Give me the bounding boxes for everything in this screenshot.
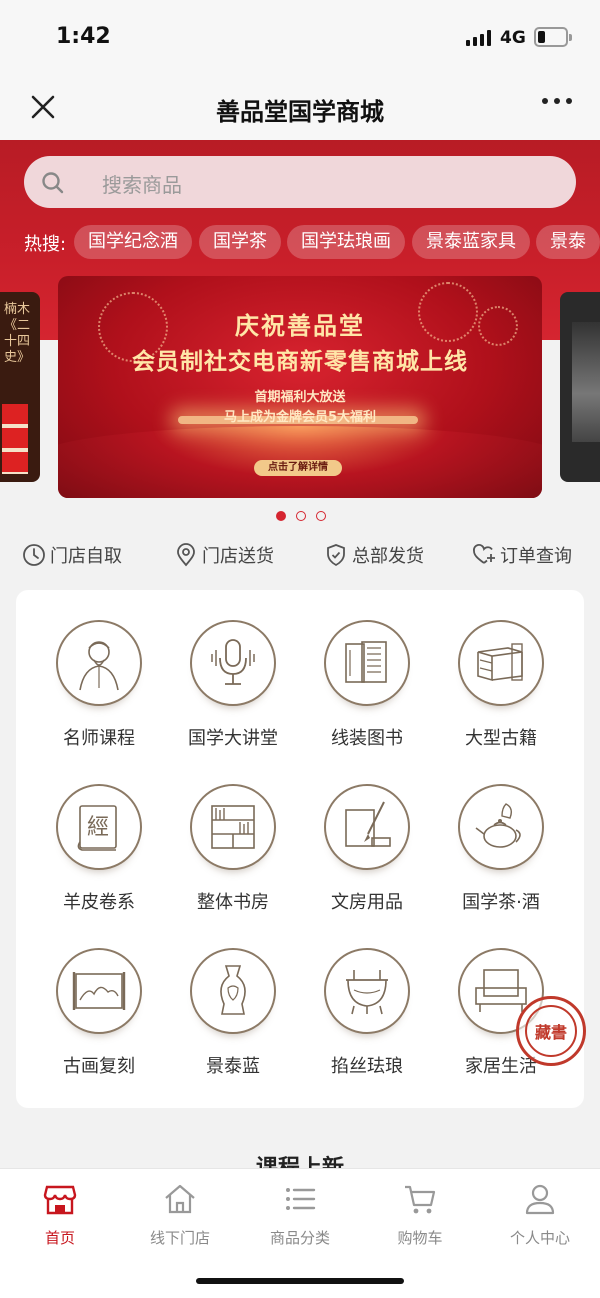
category-label: 古画复刻 [63, 1056, 135, 1077]
hot-tag[interactable]: 国学茶 [199, 225, 281, 259]
category-label: 线装图书 [331, 728, 403, 749]
brush-ink-icon [345, 801, 391, 847]
carousel-dot[interactable] [276, 511, 286, 521]
category-cloisonne[interactable]: 景泰蓝 [162, 918, 304, 1078]
banner-subtitle: 会员制社交电商新零售商城上线 [132, 348, 468, 375]
service-label: 订单查询 [500, 546, 572, 567]
tab-label: 首页 [44, 1229, 75, 1247]
status-bar: 1:42 4G [0, 0, 600, 76]
search-input[interactable]: 搜索商品 [102, 169, 182, 198]
banner-title: 庆祝善品堂 [235, 311, 365, 340]
category-label: 文房用品 [331, 892, 403, 913]
tab-profile[interactable]: 个人中心 [480, 1177, 600, 1247]
category-bound-books[interactable]: 线装图书 [296, 590, 438, 750]
service-store-pickup[interactable]: 门店自取 [22, 542, 122, 568]
hot-tag[interactable]: 景泰 [536, 225, 600, 259]
home-indicator [196, 1278, 404, 1284]
service-hq-shipping[interactable]: 总部发货 [324, 542, 424, 568]
cart-icon [405, 1185, 436, 1214]
battery-icon [534, 27, 572, 47]
service-row: 门店自取 门店送货 总部发货 订单查询 [0, 538, 600, 578]
banner-details-button[interactable]: 点击了解详情 [254, 460, 342, 476]
service-label: 门店送货 [202, 546, 274, 567]
category-teacher-courses[interactable]: 名师课程 [28, 590, 170, 750]
carousel-dot[interactable] [316, 511, 326, 521]
bronze-vessel-icon [346, 970, 388, 1015]
bound-books-icon [345, 641, 387, 683]
bookshelf-icon [211, 805, 255, 849]
category-stationery[interactable]: 文房用品 [296, 754, 438, 914]
teapot-icon [475, 803, 521, 848]
painting-scroll-icon [72, 972, 126, 1010]
tab-label: 个人中心 [509, 1229, 570, 1247]
category-label: 景泰蓝 [206, 1056, 260, 1077]
heart-plus-icon [473, 544, 495, 564]
service-label: 门店自取 [50, 546, 122, 567]
vase-icon [220, 965, 246, 1015]
banner-promo-2: 马上成为金牌会员5大福利 [223, 410, 377, 425]
service-store-delivery[interactable]: 门店送货 [174, 542, 274, 568]
shop-icon [43, 1185, 77, 1215]
status-time: 1:42 [56, 24, 111, 49]
tab-label: 购物车 [397, 1229, 443, 1247]
network-type: 4G [500, 28, 526, 48]
svg-text:經: 經 [87, 815, 109, 840]
prev-banner-text: 楠木《二十四史》 [4, 302, 31, 365]
category-label: 国学大讲堂 [188, 728, 278, 749]
tab-label: 线下门店 [149, 1229, 210, 1247]
main-banner[interactable]: 庆祝善品堂 会员制社交电商新零售商城上线 首期福利大放送 马上成为金牌会员5大福… [58, 276, 542, 498]
service-label: 总部发货 [352, 546, 424, 567]
page-title: 善品堂国学商城 [216, 98, 384, 126]
search-bar[interactable]: 搜索商品 [24, 156, 576, 208]
category-tea-wine[interactable]: 国学茶·酒 [430, 754, 572, 914]
category-filigree-enamel[interactable]: 掐丝珐琅 [296, 918, 438, 1078]
hot-tag[interactable]: 国学纪念酒 [74, 225, 192, 259]
category-study-room[interactable]: 整体书房 [162, 754, 304, 914]
nav-bar: 善品堂国学商城 [0, 76, 600, 140]
scroll-classic-icon: 經 [77, 805, 117, 851]
book-box-image [2, 404, 28, 474]
hot-tag[interactable]: 景泰蓝家具 [412, 225, 530, 259]
seal-stamp-icon: 藏書 [516, 996, 586, 1066]
user-icon [525, 1184, 555, 1215]
shield-icon [327, 544, 345, 567]
hot-search-row: 热搜: 国学纪念酒 国学茶 国学珐琅画 景泰蓝家具 景泰 [0, 222, 600, 262]
home-icon [165, 1184, 195, 1214]
tab-categories[interactable]: 商品分类 [240, 1177, 360, 1247]
hot-tag[interactable]: 国学珐琅画 [287, 225, 405, 259]
tab-label: 商品分类 [269, 1229, 330, 1247]
more-options-icon[interactable] [542, 98, 572, 104]
category-label: 名师课程 [63, 728, 135, 749]
category-card: 名师课程 国学大讲堂 线装图书 大型古籍 經 羊皮卷系 整体书房 文房用品 国学… [16, 590, 584, 1108]
category-parchment-scrolls[interactable]: 經 羊皮卷系 [28, 754, 170, 914]
prev-banner[interactable]: 楠木《二十四史》 [0, 292, 40, 482]
microphone-icon [211, 639, 255, 685]
next-banner[interactable] [560, 292, 600, 482]
category-lecture-hall[interactable]: 国学大讲堂 [162, 590, 304, 750]
category-ancient-books[interactable]: 大型古籍 [430, 590, 572, 750]
category-label: 整体书房 [197, 892, 269, 913]
signal-icon [466, 30, 491, 46]
hot-search-label: 热搜: [24, 234, 67, 255]
clock-icon [23, 544, 45, 566]
tab-stores[interactable]: 线下门店 [120, 1177, 240, 1247]
category-label: 羊皮卷系 [63, 892, 135, 913]
book-stack-icon [477, 643, 523, 682]
category-painting-replica[interactable]: 古画复刻 [28, 918, 170, 1078]
next-banner-image [572, 322, 600, 442]
banner-promo-1: 首期福利大放送 [254, 390, 346, 405]
search-icon [42, 172, 64, 194]
tab-cart[interactable]: 购物车 [360, 1177, 480, 1247]
category-label: 国学茶·酒 [462, 892, 540, 913]
list-icon [286, 1188, 316, 1210]
service-order-query[interactable]: 订单查询 [472, 542, 572, 568]
carousel-dot[interactable] [296, 511, 306, 521]
tab-home[interactable]: 首页 [0, 1177, 120, 1247]
category-label: 大型古籍 [465, 728, 537, 749]
teacher-portrait-icon [79, 641, 119, 691]
category-label: 掐丝珐琅 [331, 1056, 403, 1077]
location-pin-icon [177, 543, 195, 567]
carousel-indicator [276, 511, 326, 521]
